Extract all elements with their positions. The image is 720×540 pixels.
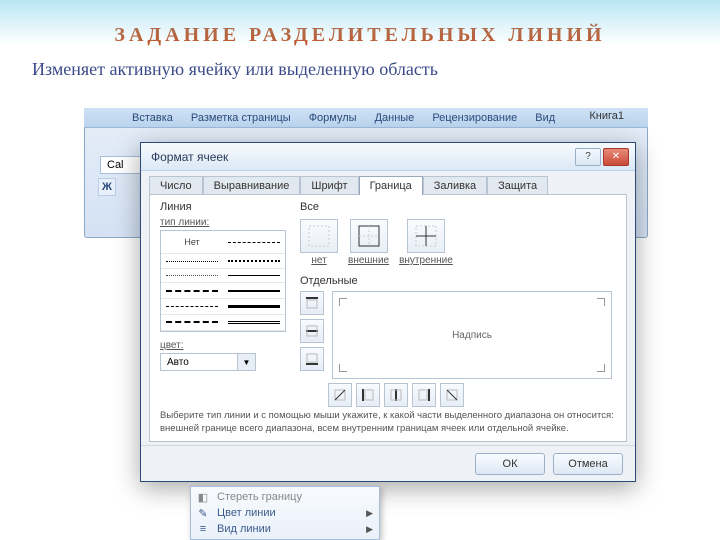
preset-inside-label: внутренние bbox=[399, 255, 453, 266]
grid-outline-icon bbox=[358, 225, 380, 247]
line-style-option[interactable] bbox=[161, 283, 223, 298]
ribbon-tab[interactable]: Данные bbox=[375, 112, 415, 124]
presets-group-label: Все bbox=[300, 201, 453, 213]
preview-corner bbox=[339, 298, 347, 306]
ribbon-tab[interactable]: Вид bbox=[535, 112, 555, 124]
border-left-button[interactable] bbox=[356, 383, 380, 407]
preset-none[interactable] bbox=[300, 219, 338, 253]
preset-outline[interactable] bbox=[350, 219, 388, 253]
ribbon-tab[interactable]: Разметка страницы bbox=[191, 112, 291, 124]
color-dropdown-button[interactable]: ▼ bbox=[238, 353, 256, 371]
cm-line-style[interactable]: ≡ Вид линии ▶ bbox=[191, 521, 379, 537]
preset-inside[interactable] bbox=[407, 219, 445, 253]
preset-none-label: нет bbox=[311, 255, 326, 266]
border-preview[interactable]: Надпись bbox=[332, 291, 612, 379]
preview-caption: Надпись bbox=[452, 330, 492, 341]
border-bottom-button[interactable] bbox=[300, 347, 324, 371]
line-style-option[interactable] bbox=[161, 269, 223, 283]
submenu-arrow-icon: ▶ bbox=[366, 508, 373, 519]
bold-button[interactable]: Ж bbox=[98, 178, 116, 196]
border-middle-h-button[interactable] bbox=[300, 319, 324, 343]
preview-corner bbox=[597, 298, 605, 306]
tab-font[interactable]: Шрифт bbox=[300, 176, 358, 195]
eraser-icon: ◧ bbox=[195, 490, 211, 504]
submenu-arrow-icon: ▶ bbox=[366, 524, 373, 535]
tab-number[interactable]: Число bbox=[149, 176, 203, 195]
tab-fill[interactable]: Заливка bbox=[423, 176, 487, 195]
preview-corner bbox=[339, 364, 347, 372]
format-cells-dialog: Формат ячеек ? ✕ Число Выравнивание Шриф… bbox=[140, 142, 636, 482]
line-style-option[interactable] bbox=[223, 269, 285, 283]
grid-inside-icon bbox=[415, 225, 437, 247]
ribbon-tab[interactable]: Вставка bbox=[132, 112, 173, 124]
border-diag-down-button[interactable] bbox=[440, 383, 464, 407]
line-style-option[interactable] bbox=[223, 315, 285, 331]
ribbon-tab[interactable]: Формулы bbox=[309, 112, 357, 124]
individual-group-label: Отдельные bbox=[300, 275, 612, 287]
line-style-option[interactable] bbox=[223, 231, 285, 254]
line-type-label: тип линии: bbox=[160, 217, 292, 228]
lines-icon: ≡ bbox=[195, 522, 211, 536]
ribbon-tabs: Вставка Разметка страницы Формулы Данные… bbox=[84, 108, 648, 128]
border-right-button[interactable] bbox=[412, 383, 436, 407]
preset-outline-label: внешние bbox=[348, 255, 389, 266]
border-pane: Линия тип линии: Нет цвет: Авто ▼ bbox=[149, 194, 627, 442]
line-style-option[interactable] bbox=[161, 315, 223, 331]
pencil-icon: ✎ bbox=[195, 506, 211, 520]
grid-none-icon bbox=[308, 225, 330, 247]
close-button[interactable]: ✕ bbox=[603, 148, 629, 166]
line-section: Линия тип линии: Нет цвет: Авто ▼ bbox=[160, 201, 292, 371]
dialog-titlebar: Формат ячеек ? ✕ bbox=[141, 143, 635, 171]
color-value: Авто bbox=[160, 353, 238, 371]
dialog-title: Формат ячеек bbox=[147, 150, 573, 164]
cm-label: Цвет линии bbox=[217, 507, 276, 519]
slide-subtitle: Изменяет активную ячейку или выделенную … bbox=[0, 47, 720, 88]
document-title: Книга1 bbox=[589, 110, 624, 122]
ok-button[interactable]: ОК bbox=[475, 453, 545, 475]
line-style-none[interactable]: Нет bbox=[161, 231, 223, 254]
help-button[interactable]: ? bbox=[575, 148, 601, 166]
line-style-option[interactable] bbox=[223, 254, 285, 269]
line-style-option[interactable] bbox=[161, 299, 223, 315]
border-top-button[interactable] bbox=[300, 291, 324, 315]
individual-section: Отдельные Надпись bbox=[300, 275, 612, 407]
cancel-button[interactable]: Отмена bbox=[553, 453, 623, 475]
border-middle-v-button[interactable] bbox=[384, 383, 408, 407]
cm-erase-border[interactable]: ◧ Стереть границу bbox=[191, 489, 379, 505]
preview-corner bbox=[597, 364, 605, 372]
color-label: цвет: bbox=[160, 340, 292, 351]
context-menu: ◧ Стереть границу ✎ Цвет линии ▶ ≡ Вид л… bbox=[190, 486, 380, 540]
ribbon-tab[interactable]: Рецензирование bbox=[432, 112, 517, 124]
slide-title: ЗАДАНИЕ РАЗДЕЛИТЕЛЬНЫХ ЛИНИЙ bbox=[0, 0, 720, 47]
cm-line-color[interactable]: ✎ Цвет линии ▶ bbox=[191, 505, 379, 521]
line-style-option[interactable] bbox=[161, 254, 223, 269]
hint-text: Выберите тип линии и с помощью мыши укаж… bbox=[160, 410, 616, 435]
line-style-option[interactable] bbox=[223, 299, 285, 315]
tab-protection[interactable]: Защита bbox=[487, 176, 548, 195]
line-style-option[interactable] bbox=[223, 283, 285, 298]
color-dropdown[interactable]: Авто ▼ bbox=[160, 353, 292, 371]
tab-border[interactable]: Граница bbox=[359, 176, 423, 195]
dialog-footer: ОК Отмена bbox=[141, 445, 635, 481]
cm-label: Стереть границу bbox=[217, 491, 302, 503]
cm-label: Вид линии bbox=[217, 523, 271, 535]
dialog-tabs: Число Выравнивание Шрифт Граница Заливка… bbox=[141, 171, 635, 194]
font-style-buttons: Ж bbox=[98, 178, 116, 196]
tab-alignment[interactable]: Выравнивание bbox=[203, 176, 301, 195]
line-group-label: Линия bbox=[160, 201, 292, 213]
border-diag-up-button[interactable] bbox=[328, 383, 352, 407]
presets-section: Все нет внешние bbox=[300, 201, 453, 266]
line-style-list[interactable]: Нет bbox=[160, 230, 286, 332]
